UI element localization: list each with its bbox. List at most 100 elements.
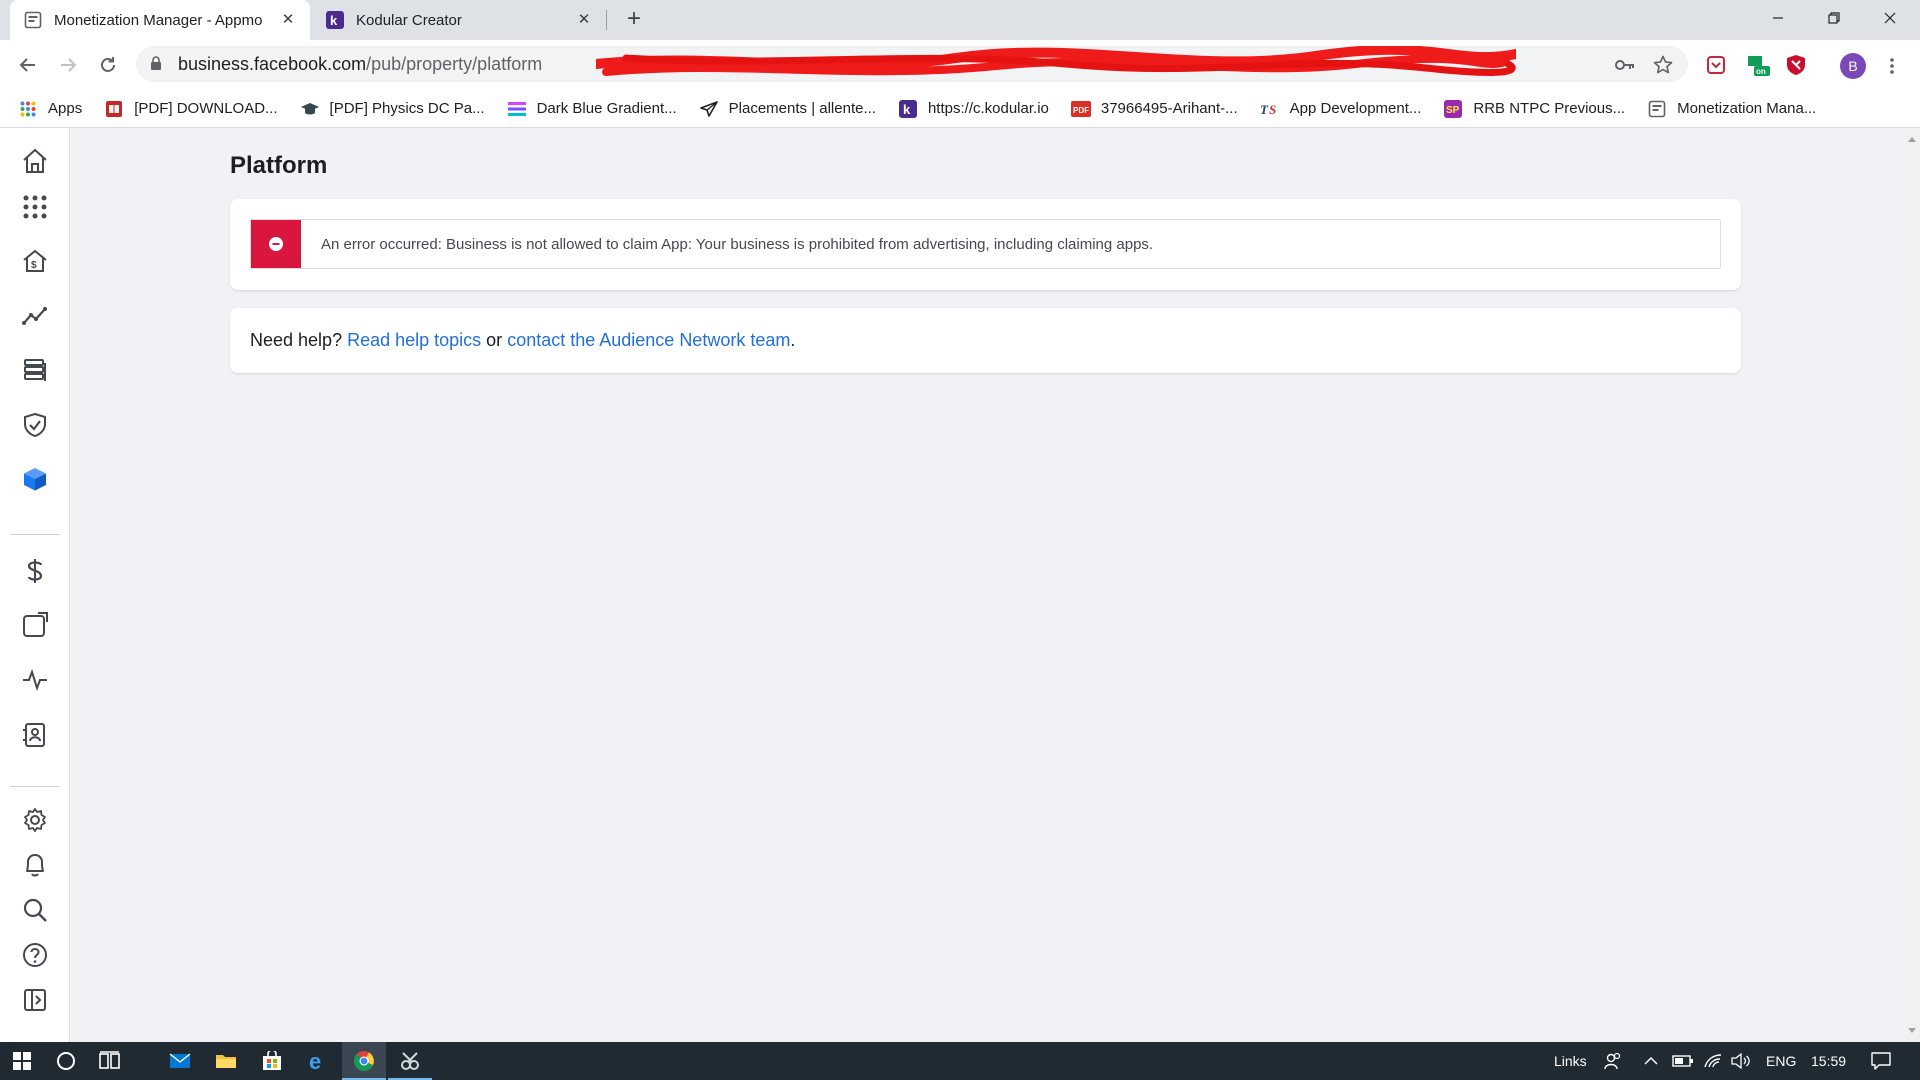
wifi-icon[interactable] xyxy=(1700,1042,1726,1080)
error-message: An error occurred: Business is not allow… xyxy=(321,235,1154,253)
back-icon[interactable] xyxy=(12,49,44,81)
bookmark-kodular[interactable]: k https://c.kodular.io xyxy=(898,95,1049,123)
scroll-down-arrow-icon[interactable] xyxy=(1908,1028,1916,1033)
window-close-icon[interactable] xyxy=(1862,0,1918,36)
collapse-sidebar-icon[interactable] xyxy=(20,985,50,1015)
svg-text:T: T xyxy=(1260,102,1269,117)
bookmark-label: RRB NTPC Previous... xyxy=(1473,100,1626,117)
svg-text:PDF: PDF xyxy=(1073,106,1089,115)
task-view-icon[interactable] xyxy=(88,1042,132,1080)
svg-text:SP: SP xyxy=(1446,105,1460,116)
placement-square-icon[interactable] xyxy=(20,610,50,640)
file-explorer-icon[interactable] xyxy=(204,1042,248,1080)
nav-divider xyxy=(10,534,60,535)
tab-close-icon[interactable]: ✕ xyxy=(278,10,298,30)
svg-text:e: e xyxy=(309,1050,321,1072)
action-center-icon[interactable] xyxy=(1868,1042,1894,1080)
forward-icon[interactable] xyxy=(52,49,84,81)
dollar-icon[interactable] xyxy=(20,556,50,586)
scroll-up-arrow-icon[interactable] xyxy=(1908,137,1916,142)
page-title: Platform xyxy=(230,152,328,179)
page-scrollbar[interactable] xyxy=(1905,128,1920,1042)
read-help-topics-link[interactable]: Read help topics xyxy=(347,330,481,350)
bookmark-pdf-download[interactable]: [PDF] DOWNLOAD... xyxy=(104,95,278,123)
error-alert: An error occurred: Business is not allow… xyxy=(250,219,1721,269)
extension-shield-icon[interactable] xyxy=(1784,53,1808,77)
bookmark-app-development[interactable]: TS App Development... xyxy=(1260,95,1422,123)
bookmark-dark-blue-gradient[interactable]: Dark Blue Gradient... xyxy=(507,95,677,123)
bookmark-label: Apps xyxy=(48,100,83,117)
bookmark-placements[interactable]: Placements | allente... xyxy=(699,95,876,123)
pulse-icon[interactable] xyxy=(20,665,50,695)
key-icon[interactable] xyxy=(1614,54,1636,76)
settings-gear-icon[interactable] xyxy=(20,805,50,835)
kodular-k-icon: k xyxy=(326,11,344,29)
more-vert-icon[interactable] xyxy=(1882,53,1902,79)
integration-cube-icon[interactable] xyxy=(20,464,50,494)
svg-text:on: on xyxy=(1756,67,1766,76)
send-icon xyxy=(699,99,719,119)
bell-icon[interactable] xyxy=(20,850,50,880)
help-card: Need help? Read help topics or contact t… xyxy=(230,308,1741,373)
windows-start-icon[interactable] xyxy=(0,1042,44,1080)
tray-chevron-up-icon[interactable] xyxy=(1638,1042,1664,1080)
tab-close-icon[interactable]: ✕ xyxy=(574,10,594,30)
page-icon xyxy=(24,11,42,29)
shield-check-icon[interactable] xyxy=(20,410,50,440)
people-icon[interactable] xyxy=(1600,1042,1626,1080)
graduation-cap-icon xyxy=(300,99,320,119)
volume-icon[interactable] xyxy=(1728,1042,1754,1080)
tab-monetization-manager[interactable]: Monetization Manager - Appmo ✕ xyxy=(10,0,310,40)
kodular-k-icon: k xyxy=(898,99,918,119)
snipping-tool-icon[interactable] xyxy=(388,1042,432,1080)
book-icon xyxy=(104,99,124,119)
mail-app-icon[interactable] xyxy=(158,1042,202,1080)
bookmark-rrb-ntpc[interactable]: SP RRB NTPC Previous... xyxy=(1443,95,1625,123)
apps-grid-icon[interactable] xyxy=(20,192,50,222)
battery-icon[interactable] xyxy=(1670,1042,1696,1080)
red-scribble-redaction xyxy=(596,46,1516,76)
store-icon[interactable] xyxy=(250,1042,294,1080)
help-text: Need help? Read help topics or contact t… xyxy=(250,308,795,373)
address-bar[interactable]: business.facebook.com/pub/property/platf… xyxy=(136,46,1688,82)
contact-book-icon[interactable] xyxy=(20,720,50,750)
bookmark-label: Dark Blue Gradient... xyxy=(536,100,677,117)
database-icon[interactable] xyxy=(20,355,50,385)
extension-pocket-icon[interactable] xyxy=(1704,53,1728,77)
bookmark-star-icon[interactable] xyxy=(1652,54,1674,76)
error-icon-box xyxy=(251,220,301,268)
profile-avatar[interactable]: B xyxy=(1840,53,1866,79)
clock-time[interactable]: 15:59 xyxy=(1811,1042,1846,1080)
new-tab-button[interactable]: + xyxy=(620,6,648,34)
edge-browser-icon[interactable]: e xyxy=(296,1042,340,1080)
bookmark-label: Placements | allente... xyxy=(728,100,876,117)
bookmark-arihant[interactable]: PDF 37966495-Arihant-... xyxy=(1070,95,1238,123)
url-text: business.facebook.com/pub/property/platf… xyxy=(178,46,542,82)
help-circle-icon[interactable] xyxy=(20,940,50,970)
search-icon[interactable] xyxy=(20,895,50,925)
contact-audience-network-link[interactable]: contact the Audience Network team xyxy=(507,330,790,350)
tab-kodular-creator[interactable]: k Kodular Creator ✕ xyxy=(312,0,607,40)
links-toolbar-label[interactable]: Links xyxy=(1554,1042,1587,1080)
reload-icon[interactable] xyxy=(92,49,124,81)
extension-cast-on-icon[interactable]: on xyxy=(1746,53,1770,77)
bookmark-physics-dc[interactable]: [PDF] Physics DC Pa... xyxy=(300,95,485,123)
cortana-search-icon[interactable] xyxy=(44,1042,88,1080)
chrome-taskbar-icon[interactable] xyxy=(342,1042,386,1080)
bookmark-monetization[interactable]: Monetization Mana... xyxy=(1647,95,1816,123)
lock-icon[interactable] xyxy=(150,56,162,76)
url-path: /pub/property/platform xyxy=(366,54,543,74)
nav-divider xyxy=(10,786,60,787)
restore-icon[interactable] xyxy=(1806,0,1862,36)
home-icon[interactable] xyxy=(20,146,50,176)
language-indicator[interactable]: ENG xyxy=(1766,1042,1796,1080)
error-minus-circle-icon xyxy=(269,237,283,251)
property-house-icon[interactable]: $ xyxy=(20,246,50,276)
bookmark-apps[interactable]: Apps xyxy=(18,95,82,123)
ts-logo-icon: TS xyxy=(1260,99,1280,119)
trend-icon[interactable] xyxy=(20,301,50,331)
bookmark-label: [PDF] DOWNLOAD... xyxy=(134,100,278,117)
minimize-icon[interactable] xyxy=(1750,0,1806,36)
browser-toolbar: business.facebook.com/pub/property/platf… xyxy=(0,40,1920,90)
main-content: Platform An error occurred: Business is … xyxy=(71,128,1905,1042)
